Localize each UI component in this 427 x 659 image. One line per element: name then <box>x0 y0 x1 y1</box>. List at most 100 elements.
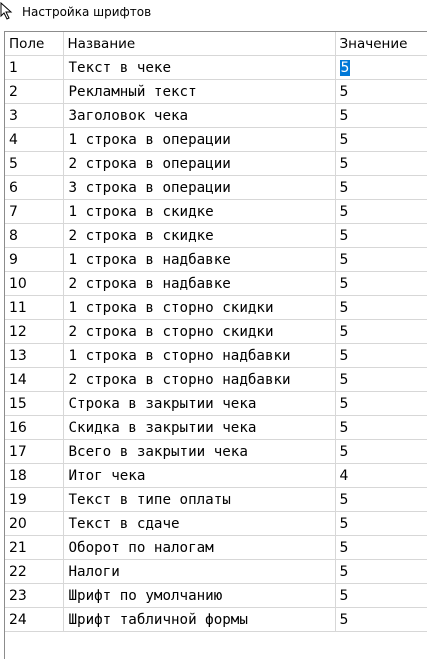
cell-value[interactable]: 5 <box>335 583 427 608</box>
table-row[interactable]: 22 Налоги 5 <box>5 559 427 584</box>
cell-name[interactable]: 1 строка в скидке <box>63 199 336 224</box>
cell-field[interactable]: 16 <box>5 415 64 440</box>
table-row[interactable]: 10 2 строка в надбавке 5 <box>5 271 427 296</box>
cell-name[interactable]: 1 строка в надбавке <box>63 247 336 272</box>
cell-field[interactable]: 3 <box>5 103 64 128</box>
table-row[interactable]: 13 1 строка в сторно надбавки 5 <box>5 343 427 368</box>
cell-name[interactable]: Скидка в закрытии чека <box>63 415 336 440</box>
column-header-name[interactable]: Название <box>63 32 336 56</box>
cell-value[interactable]: 5 <box>335 55 427 80</box>
column-header-value[interactable]: Значение <box>335 32 427 56</box>
cell-field[interactable]: 13 <box>5 343 64 368</box>
cell-name[interactable]: Рекламный текст <box>63 79 336 104</box>
cell-field[interactable]: 8 <box>5 223 64 248</box>
cell-name[interactable]: Текст в типе оплаты <box>63 487 336 512</box>
cell-value[interactable]: 5 <box>335 199 427 224</box>
cell-field[interactable]: 6 <box>5 175 64 200</box>
cell-value[interactable]: 5 <box>335 511 427 536</box>
cell-name[interactable]: Строка в закрытии чека <box>63 391 336 416</box>
cell-field[interactable]: 22 <box>5 559 64 584</box>
cell-value[interactable]: 5 <box>335 487 427 512</box>
cell-value[interactable]: 5 <box>335 247 427 272</box>
cell-value[interactable]: 5 <box>335 607 427 632</box>
cell-value[interactable]: 5 <box>335 151 427 176</box>
cell-name[interactable]: Заголовок чека <box>63 103 336 128</box>
cell-name[interactable]: Текст в сдаче <box>63 511 336 536</box>
cell-name[interactable]: Текст в чеке <box>63 55 336 80</box>
cell-name[interactable]: Шрифт по умолчанию <box>63 583 336 608</box>
cell-field[interactable]: 17 <box>5 439 64 464</box>
table-row[interactable]: 20 Текст в сдаче 5 <box>5 511 427 536</box>
table-row[interactable]: 52 строка в операции 5 <box>5 151 427 176</box>
cell-name[interactable]: Итог чека <box>63 463 336 488</box>
table-row[interactable]: 3 Заголовок чека 5 <box>5 103 427 128</box>
table-row[interactable]: 12 2 строка в сторно скидки 5 <box>5 319 427 344</box>
cell-value[interactable]: 4 <box>335 463 427 488</box>
cell-name[interactable]: 3 строка в операции <box>63 175 336 200</box>
cell-field[interactable]: 18 <box>5 463 64 488</box>
table-row[interactable]: 91 строка в надбавке 5 <box>5 247 427 272</box>
table-row[interactable]: 24 Шрифт табличной формы 5 <box>5 607 427 632</box>
cell-value[interactable]: 5 <box>335 439 427 464</box>
cell-field[interactable]: 2 <box>5 79 64 104</box>
cell-name[interactable]: 2 строка в скидке <box>63 223 336 248</box>
cell-name[interactable]: 1 строка в сторно скидки <box>63 295 336 320</box>
table-row[interactable]: 19 Текст в типе оплаты 5 <box>5 487 427 512</box>
cell-name[interactable]: Оборот по налогам <box>63 535 336 560</box>
table-row[interactable]: 71 строка в скидке 5 <box>5 199 427 224</box>
cell-name[interactable]: 1 строка в сторно надбавки <box>63 343 336 368</box>
cell-value[interactable]: 5 <box>335 343 427 368</box>
cell-name[interactable]: Налоги <box>63 559 336 584</box>
cell-value[interactable]: 5 <box>335 415 427 440</box>
cell-field[interactable]: 23 <box>5 583 64 608</box>
cell-name[interactable]: 2 строка в сторно скидки <box>63 319 336 344</box>
cell-value[interactable]: 5 <box>335 103 427 128</box>
cell-value[interactable]: 5 <box>335 535 427 560</box>
cell-value[interactable]: 5 <box>335 127 427 152</box>
cell-field[interactable]: 20 <box>5 511 64 536</box>
cell-field[interactable]: 11 <box>5 295 64 320</box>
cell-value[interactable]: 5 <box>335 223 427 248</box>
cell-field[interactable]: 1 <box>5 55 64 80</box>
cell-field[interactable]: 24 <box>5 607 64 632</box>
table-row[interactable]: 18 Итог чека 4 <box>5 463 427 488</box>
table-row[interactable]: 16 Скидка в закрытии чека 5 <box>5 415 427 440</box>
cell-value[interactable]: 5 <box>335 271 427 296</box>
table-row[interactable]: 21 Оборот по налогам 5 <box>5 535 427 560</box>
cell-name[interactable]: 2 строка в операции <box>63 151 336 176</box>
cell-field[interactable]: 7 <box>5 199 64 224</box>
fonts-grid[interactable]: Поле Название Значение 1 Текст в чеке 5 2 Ре… <box>4 31 427 659</box>
cell-name[interactable]: Шрифт табличной формы <box>63 607 336 632</box>
cell-field[interactable]: 12 <box>5 319 64 344</box>
cell-value[interactable]: 5 <box>335 367 427 392</box>
cell-field[interactable]: 15 <box>5 391 64 416</box>
cell-field[interactable]: 14 <box>5 367 64 392</box>
table-row[interactable]: 17 Всего в закрытии чека 5 <box>5 439 427 464</box>
cell-value[interactable]: 5 <box>335 295 427 320</box>
table-row[interactable]: 2 Рекламный текст 5 <box>5 79 427 104</box>
table-row[interactable]: 23 Шрифт по умолчанию 5 <box>5 583 427 608</box>
cell-field[interactable]: 9 <box>5 247 64 272</box>
cell-field[interactable]: 4 <box>5 127 64 152</box>
cell-field[interactable]: 19 <box>5 487 64 512</box>
table-row[interactable]: 41 строка в операции 5 <box>5 127 427 152</box>
table-row[interactable]: 15 Строка в закрытии чека 5 <box>5 391 427 416</box>
cell-value[interactable]: 5 <box>335 175 427 200</box>
cell-value[interactable]: 5 <box>335 391 427 416</box>
cell-name[interactable]: Всего в закрытии чека <box>63 439 336 464</box>
table-row[interactable]: 14 2 строка в сторно надбавки 5 <box>5 367 427 392</box>
table-row[interactable]: 11 1 строка в сторно скидки 5 <box>5 295 427 320</box>
cell-name[interactable]: 2 строка в надбавке <box>63 271 336 296</box>
cell-name[interactable]: 2 строка в сторно надбавки <box>63 367 336 392</box>
table-row[interactable]: 82 строка в скидке 5 <box>5 223 427 248</box>
cell-value[interactable]: 5 <box>335 559 427 584</box>
cell-field[interactable]: 5 <box>5 151 64 176</box>
cell-value[interactable]: 5 <box>335 79 427 104</box>
cell-value[interactable]: 5 <box>335 319 427 344</box>
column-header-field[interactable]: Поле <box>5 32 64 56</box>
cell-name[interactable]: 1 строка в операции <box>63 127 336 152</box>
cell-field[interactable]: 21 <box>5 535 64 560</box>
cell-field[interactable]: 10 <box>5 271 64 296</box>
table-row[interactable]: 63 строка в операции 5 <box>5 175 427 200</box>
table-row[interactable]: 1 Текст в чеке 5 <box>5 55 427 80</box>
